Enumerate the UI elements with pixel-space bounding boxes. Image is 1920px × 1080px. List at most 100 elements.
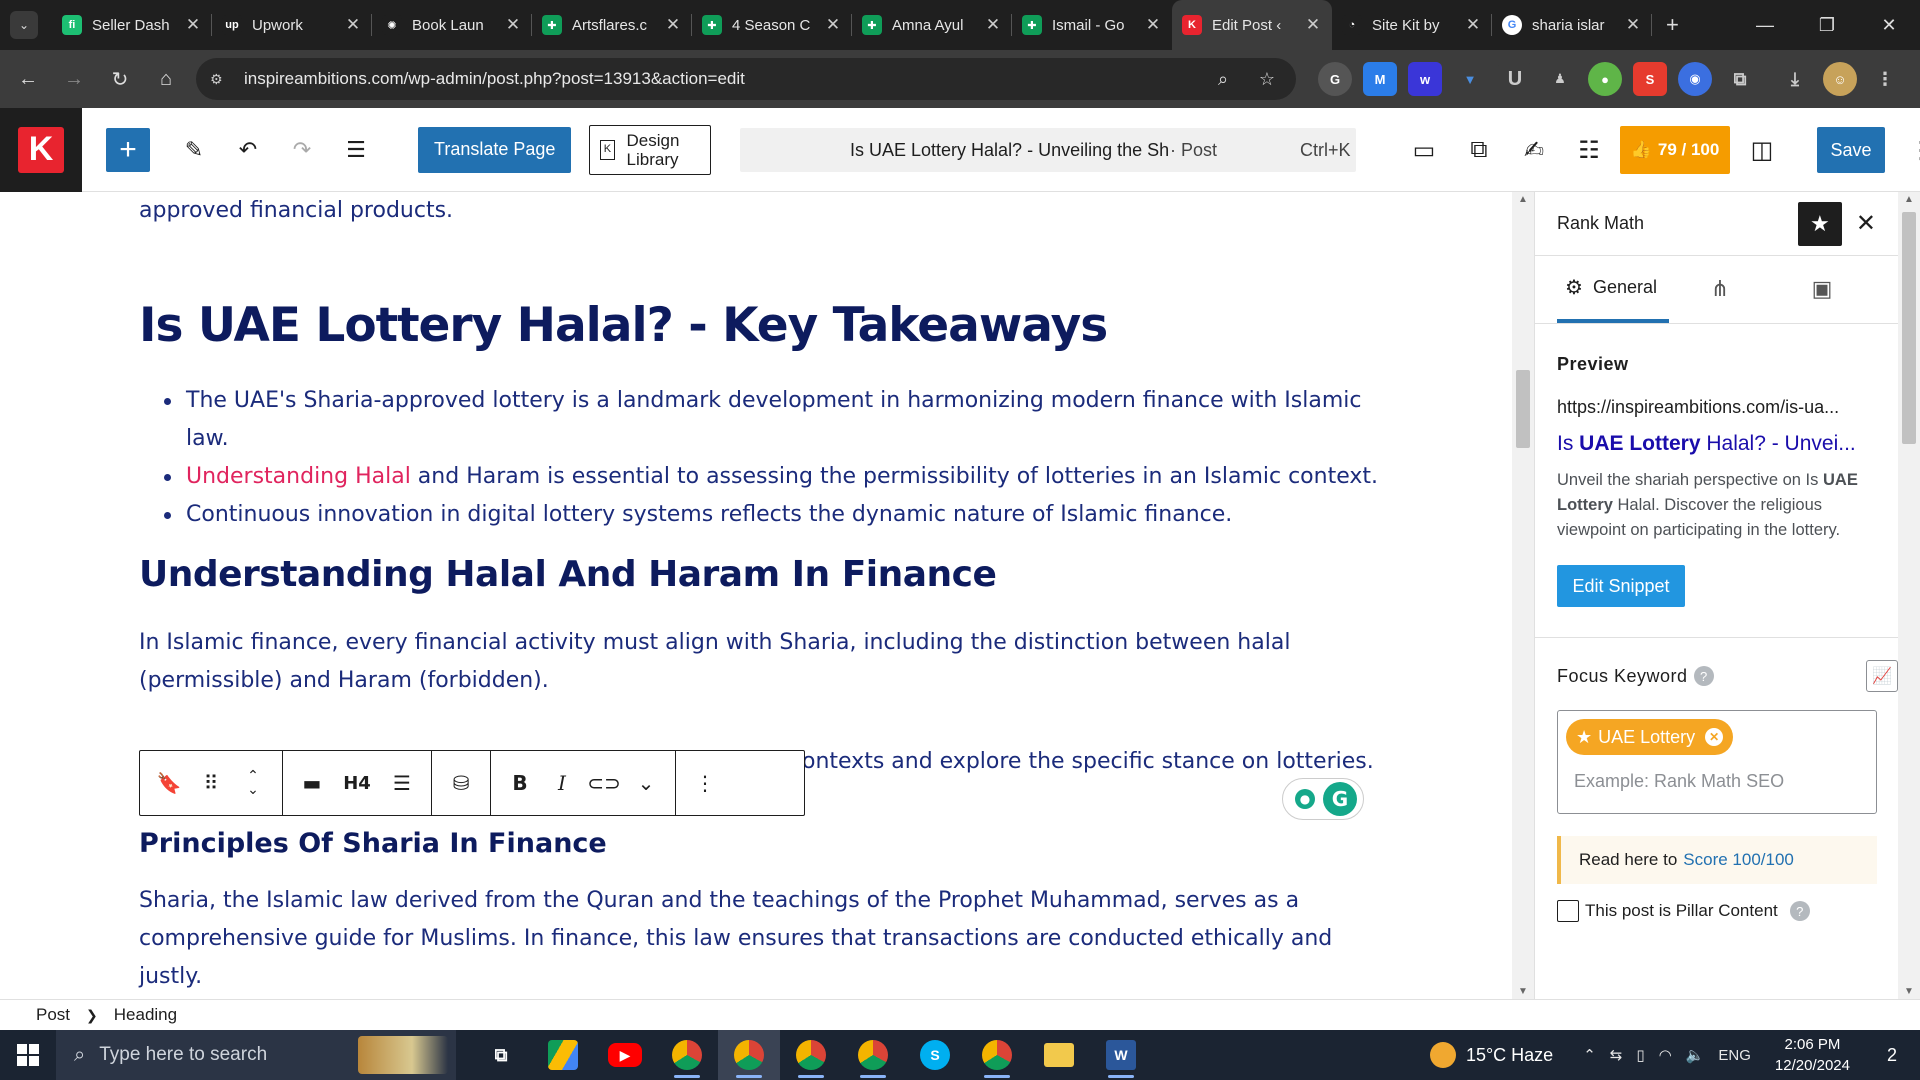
block-inserter-button[interactable]: + xyxy=(106,127,150,172)
skype-icon[interactable]: S xyxy=(904,1030,966,1080)
paragraph-intro-tail[interactable]: approved financial products. xyxy=(139,192,1379,230)
battery-icon[interactable]: ▯ xyxy=(1636,1046,1644,1064)
close-tab-icon[interactable]: ✕ xyxy=(184,15,202,35)
star-pin-icon[interactable]: ★ xyxy=(1797,201,1842,246)
drag-handle-icon[interactable]: ⠿ xyxy=(190,761,232,805)
puzzle-extensions-icon[interactable]: ⧉ xyxy=(1723,62,1757,96)
clock[interactable]: 2:06 PM 12/20/2024 xyxy=(1775,1034,1850,1076)
wifi-icon[interactable]: ◠ xyxy=(1659,1046,1672,1064)
tab-search-button[interactable]: ⌄ xyxy=(10,11,38,39)
paragraph-islamic-finance[interactable]: In Islamic finance, every financial acti… xyxy=(139,624,1379,700)
list-item[interactable]: Understanding Halal and Haram is essenti… xyxy=(160,458,1390,496)
document-overview-icon[interactable]: ☰ xyxy=(334,128,378,172)
browser-tab[interactable]: ✚ Amna Ayul ✕ xyxy=(852,0,1012,50)
align-wide-icon[interactable]: ▬ xyxy=(291,761,333,805)
view-post-icon[interactable]: ⧉ xyxy=(1455,126,1503,174)
avatar[interactable]: ☺ xyxy=(1823,62,1857,96)
chrome-profile-4-icon[interactable] xyxy=(842,1030,904,1080)
green-extension-icon[interactable]: ● xyxy=(1588,62,1622,96)
bookmark-star-icon[interactable]: ☆ xyxy=(1252,69,1282,90)
browser-tab[interactable]: fi Seller Dash ✕ xyxy=(52,0,212,50)
close-tab-icon[interactable]: ✕ xyxy=(824,15,842,35)
back-icon[interactable]: ← xyxy=(8,59,48,99)
heading-principles-of-sharia[interactable]: Principles Of Sharia In Finance xyxy=(139,828,607,859)
redo-icon[interactable]: ↷ xyxy=(280,128,324,172)
preview-device-icon[interactable]: ▭ xyxy=(1400,126,1448,174)
chrome-profile-1-icon[interactable] xyxy=(656,1030,718,1080)
link-icon[interactable]: ⊂⊃ xyxy=(583,761,625,805)
file-explorer-icon[interactable] xyxy=(1028,1030,1090,1080)
home-icon[interactable]: ⌂ xyxy=(146,59,186,99)
taskbar-search-input[interactable]: ⌕ Type here to search xyxy=(56,1030,456,1080)
close-tab-icon[interactable]: ✕ xyxy=(1624,15,1642,35)
browser-tab[interactable]: ◔ Site Kit by ✕ xyxy=(1332,0,1492,50)
list-item[interactable]: Continuous innovation in digital lottery… xyxy=(160,496,1390,534)
close-tab-icon[interactable]: ✕ xyxy=(1464,15,1482,35)
site-info-icon[interactable]: ⚙ xyxy=(210,71,232,88)
spy-extension-icon[interactable]: ♟ xyxy=(1543,62,1577,96)
download-icon[interactable]: ⤓ xyxy=(1778,62,1812,96)
tab-social[interactable]: ▣ xyxy=(1771,255,1873,323)
move-up-down-icon[interactable]: ⌃ ⌄ xyxy=(232,761,274,805)
undo-icon[interactable]: ↶ xyxy=(226,128,270,172)
understanding-halal-link[interactable]: Understanding Halal xyxy=(186,464,411,489)
scroll-down-icon[interactable]: ▼ xyxy=(1898,986,1920,997)
m-extension-icon[interactable]: M xyxy=(1363,62,1397,96)
edit-screen-icon[interactable]: ✍ xyxy=(1510,126,1558,174)
u-extension-icon[interactable]: U xyxy=(1498,62,1532,96)
editor-canvas[interactable]: approved financial products. Is UAE Lott… xyxy=(0,192,1534,999)
translate-page-button[interactable]: Translate Page xyxy=(418,126,572,173)
close-tab-icon[interactable]: ✕ xyxy=(504,15,522,35)
omnibox[interactable]: ⚙ inspireambitions.com/wp-admin/post.php… xyxy=(196,58,1296,100)
more-formatting-chevron-icon[interactable]: ⌄ xyxy=(625,761,667,805)
block-options-icon[interactable]: ⋮ xyxy=(684,761,726,805)
pillar-content-label[interactable]: This post is Pillar Content xyxy=(1585,901,1778,921)
close-tab-icon[interactable]: ✕ xyxy=(664,15,682,35)
italic-icon[interactable]: I xyxy=(541,761,583,805)
heading-key-takeaways[interactable]: Is UAE Lottery Halal? - Key Takeaways xyxy=(139,298,1108,353)
rank-math-score-button[interactable]: 👍 79 / 100 xyxy=(1620,126,1730,174)
forward-icon[interactable]: → xyxy=(54,59,94,99)
help-question-icon[interactable]: ? xyxy=(1693,666,1714,686)
color-extension-icon[interactable]: ◉ xyxy=(1678,62,1712,96)
paragraph-sharia-definition[interactable]: Sharia, the Islamic law derived from the… xyxy=(139,882,1379,996)
heading-understanding-halal-haram[interactable]: Understanding Halal And Haram In Finance xyxy=(139,554,997,595)
browser-menu-icon[interactable]: ⋮ xyxy=(1868,62,1902,96)
url-text[interactable]: inspireambitions.com/wp-admin/post.php?p… xyxy=(244,69,1208,89)
keyword-chip[interactable]: ★ UAE Lottery ✕ xyxy=(1566,719,1734,755)
scroll-up-icon[interactable]: ▲ xyxy=(1898,194,1920,205)
browser-tab[interactable]: ✚ Ismail - Go ✕ xyxy=(1012,0,1172,50)
word-icon[interactable]: W xyxy=(1090,1030,1152,1080)
close-tab-icon[interactable]: ✕ xyxy=(344,15,362,35)
pencil-tools-icon[interactable]: ✎ xyxy=(172,128,216,172)
tab-schema[interactable]: ⋔ xyxy=(1669,255,1771,323)
heading-level-button[interactable]: H4 xyxy=(333,761,381,805)
weather-widget[interactable]: 15°C Haze xyxy=(1429,1042,1553,1068)
command-palette-bar[interactable]: Is UAE Lottery Halal? - Unveiling the Sh… xyxy=(740,128,1356,172)
bold-icon[interactable]: B xyxy=(499,761,541,805)
chrome-profile-2-icon[interactable] xyxy=(718,1030,780,1080)
remove-keyword-icon[interactable]: ✕ xyxy=(1705,728,1724,746)
design-library-button[interactable]: K Design Library xyxy=(589,124,712,175)
task-view-icon[interactable]: ⧉ xyxy=(470,1030,532,1080)
list-item[interactable]: The UAE's Sharia-approved lottery is a l… xyxy=(160,382,1390,458)
preview-title[interactable]: Is UAE Lottery Halal? - Unvei... xyxy=(1557,432,1869,456)
takeaways-list[interactable]: The UAE's Sharia-approved lottery is a l… xyxy=(160,382,1390,534)
breadcrumb-post[interactable]: Post xyxy=(36,1005,70,1025)
minimize-icon[interactable]: — xyxy=(1734,0,1796,50)
notification-center-icon[interactable]: 2 xyxy=(1872,1035,1912,1075)
restore-icon[interactable]: ❐ xyxy=(1796,0,1858,50)
shield-extension-icon[interactable]: ▼ xyxy=(1453,62,1487,96)
paragraph-partially-hidden[interactable]: ontexts and explore the specific stance … xyxy=(802,743,1402,781)
help-question-icon[interactable]: ? xyxy=(1789,901,1810,921)
editor-scrollbar[interactable]: ▲ ▼ xyxy=(1512,192,1534,999)
chrome-profile-5-icon[interactable] xyxy=(966,1030,1028,1080)
close-tab-icon[interactable]: ✕ xyxy=(1144,15,1162,35)
breadcrumb-heading[interactable]: Heading xyxy=(114,1005,177,1025)
reload-icon[interactable]: ↻ xyxy=(100,59,140,99)
tab-general[interactable]: ⚙ General xyxy=(1557,255,1669,323)
browser-tab[interactable]: ✚ Artsflares.c ✕ xyxy=(532,0,692,50)
bookmark-icon[interactable]: 🔖 xyxy=(148,761,190,805)
site-logo-button[interactable]: K xyxy=(0,107,82,192)
dynamic-content-icon[interactable]: ⛁ xyxy=(440,761,482,805)
